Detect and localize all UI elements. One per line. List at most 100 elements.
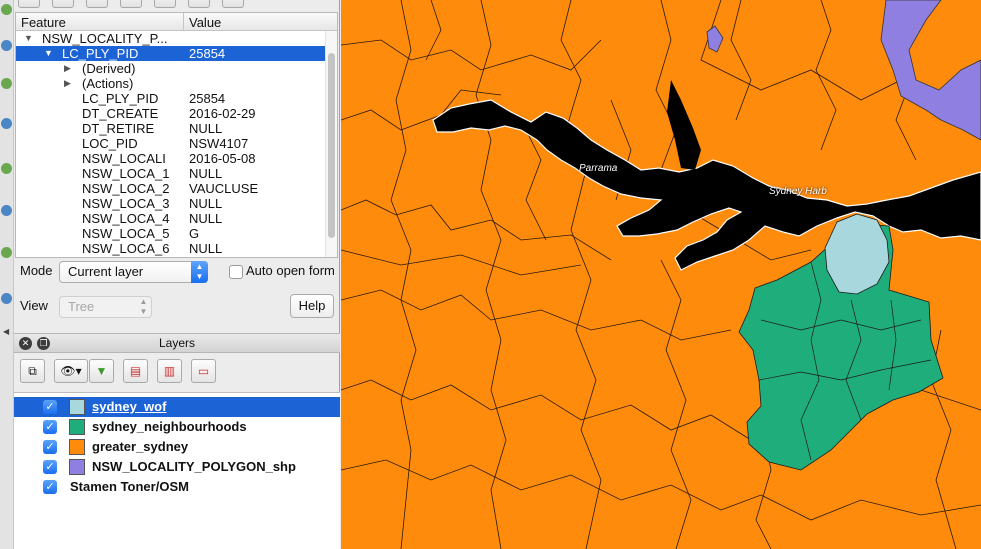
- map-svg[interactable]: [341, 0, 981, 549]
- derived-group-row[interactable]: ▶ (Derived): [16, 61, 337, 76]
- attribute-value: NULL: [189, 211, 223, 226]
- attribute-key: NSW_LOCA_1: [82, 166, 170, 181]
- disclosure-right-icon[interactable]: ▶: [64, 76, 71, 91]
- filter-legend-icon[interactable]: ▼: [89, 359, 114, 383]
- scrollbar-thumb[interactable]: [328, 53, 335, 238]
- attribute-row[interactable]: LC_PLY_PID 25854: [16, 91, 337, 106]
- print-button[interactable]: [188, 0, 210, 8]
- collapse-all-icon[interactable]: ▥: [157, 359, 182, 383]
- layer-visibility-checkbox[interactable]: ✓: [43, 480, 57, 494]
- mode-select[interactable]: Current layer ▲ ▼: [59, 261, 208, 283]
- close-icon[interactable]: ✕: [19, 337, 32, 350]
- float-icon[interactable]: ❐: [37, 337, 50, 350]
- disclosure-down-icon[interactable]: ▼: [24, 31, 33, 46]
- layer-row[interactable]: ✓ sydney_wof: [14, 397, 340, 417]
- attribute-row[interactable]: DT_RETIRE NULL: [16, 121, 337, 136]
- collapse-icon[interactable]: ◀: [3, 327, 9, 336]
- left-toolbar-strip: ◀: [0, 0, 14, 549]
- plugin-icon-3[interactable]: [1, 163, 12, 174]
- feature-value: 25854: [189, 46, 226, 61]
- attribute-value: 2016-05-08: [189, 151, 256, 166]
- layer-color-swatch: [69, 399, 85, 415]
- attribute-key: DT_CREATE: [82, 106, 159, 121]
- layer-visibility-checkbox[interactable]: ✓: [43, 400, 57, 414]
- attribute-key: NSW_LOCA_4: [82, 211, 170, 226]
- attribute-row[interactable]: NSW_LOCALI 2016-05-08: [16, 151, 337, 166]
- derived-label: (Derived): [82, 61, 136, 76]
- copy-feature-button[interactable]: [120, 0, 142, 8]
- attribute-row[interactable]: NSW_LOCA_6 NULL: [16, 241, 337, 256]
- layers-toolbar: ⧉ 👁▾ ▼ ▤ ▥ ▭: [14, 354, 340, 390]
- layer-label: NSW_LOCALITY_P...: [42, 31, 168, 46]
- layer-visibility-checkbox[interactable]: ✓: [43, 460, 57, 474]
- feature-tree[interactable]: Feature Value ▼ NSW_LOCALITY_P... ▼ LC_P…: [15, 12, 338, 258]
- attribute-key: NSW_LOCA_3: [82, 196, 170, 211]
- attribute-row[interactable]: NSW_LOCA_4 NULL: [16, 211, 337, 226]
- globe-icon-4[interactable]: [1, 293, 12, 304]
- attribute-value: NULL: [189, 121, 223, 136]
- disclosure-right-icon[interactable]: ▶: [64, 61, 71, 76]
- feature-column-header[interactable]: Feature: [21, 15, 66, 30]
- attribute-key: NSW_LOCALI: [82, 151, 166, 166]
- collapse-tree-button[interactable]: [52, 0, 74, 8]
- attribute-value: NULL: [189, 166, 223, 181]
- help-button[interactable]: Help: [290, 294, 334, 318]
- add-group-icon[interactable]: ⧉: [20, 359, 45, 383]
- plugin-icon-2[interactable]: [1, 78, 12, 89]
- actions-label: (Actions): [82, 76, 134, 91]
- auto-open-form-label: Auto open form: [246, 263, 335, 278]
- clear-results-button[interactable]: [154, 0, 176, 8]
- attribute-row[interactable]: NSW_LOCA_5 G: [16, 226, 337, 241]
- feature-key: LC_PLY_PID: [62, 46, 139, 61]
- plugin-icon[interactable]: [1, 4, 12, 15]
- globe-icon[interactable]: [1, 40, 12, 51]
- attribute-value: 2016-02-29: [189, 106, 256, 121]
- layer-visibility-checkbox[interactable]: ✓: [43, 440, 57, 454]
- selected-feature-row[interactable]: ▼ LC_PLY_PID 25854: [16, 46, 337, 61]
- layer-tree-row[interactable]: ▼ NSW_LOCALITY_P...: [16, 31, 337, 46]
- view-select[interactable]: Tree ▲ ▼: [59, 296, 152, 318]
- globe-icon-3[interactable]: [1, 205, 12, 216]
- layer-color-swatch: [69, 439, 85, 455]
- attribute-value: 25854: [189, 91, 226, 106]
- attribute-row[interactable]: NSW_LOCA_1 NULL: [16, 166, 337, 181]
- attribute-row[interactable]: DT_CREATE 2016-02-29: [16, 106, 337, 121]
- expand-all-icon[interactable]: ▤: [123, 359, 148, 383]
- value-column-header[interactable]: Value: [189, 15, 221, 30]
- layer-row[interactable]: ✓ Stamen Toner/OSM: [14, 477, 340, 497]
- attribute-key: LOC_PID: [82, 136, 138, 151]
- layers-panel-titlebar: ✕ ❐ Layers: [14, 333, 340, 353]
- expand-tree-button[interactable]: [18, 0, 40, 8]
- actions-group-row[interactable]: ▶ (Actions): [16, 76, 337, 91]
- plugin-icon-4[interactable]: [1, 247, 12, 258]
- attribute-value: NSW4107: [189, 136, 249, 151]
- globe-icon-2[interactable]: [1, 118, 12, 129]
- expand-new-button[interactable]: [86, 0, 108, 8]
- manage-visibility-icon[interactable]: 👁▾: [54, 359, 88, 383]
- combo-arrows-icon: ▲ ▼: [191, 261, 208, 283]
- attribute-value: VAUCLUSE: [189, 181, 259, 196]
- map-canvas[interactable]: Parrama Sydney Harb: [341, 0, 981, 549]
- layer-color-swatch: [69, 459, 85, 475]
- remove-layer-icon[interactable]: ▭: [191, 359, 216, 383]
- layer-name: greater_sydney: [92, 439, 189, 454]
- disclosure-down-icon[interactable]: ▼: [44, 46, 53, 61]
- attribute-row[interactable]: NSW_LOCA_2 VAUCLUSE: [16, 181, 337, 196]
- layer-row[interactable]: ✓ NSW_LOCALITY_POLYGON_shp: [14, 457, 340, 477]
- layers-tree[interactable]: ✓ sydney_wof ✓ sydney_neighbourhoods ✓ greate…: [14, 392, 340, 549]
- layer-visibility-checkbox[interactable]: ✓: [43, 420, 57, 434]
- attribute-value: NULL: [189, 241, 223, 256]
- attribute-row[interactable]: NSW_LOCA_3 NULL: [16, 196, 337, 211]
- attribute-key: NSW_LOCA_5: [82, 226, 170, 241]
- view-value: Tree: [68, 299, 95, 314]
- settings-button[interactable]: [222, 0, 244, 8]
- layers-title: Layers: [158, 336, 196, 350]
- sydney-harbour-label: Sydney Harb: [769, 186, 827, 197]
- auto-open-form-checkbox[interactable]: [229, 265, 243, 279]
- attribute-row[interactable]: LOC_PID NSW4107: [16, 136, 337, 151]
- attribute-key: DT_RETIRE: [82, 121, 155, 136]
- layer-name: NSW_LOCALITY_POLYGON_shp: [92, 459, 296, 474]
- tree-scrollbar[interactable]: [325, 31, 337, 257]
- layer-row[interactable]: ✓ greater_sydney: [14, 437, 340, 457]
- layer-row[interactable]: ✓ sydney_neighbourhoods: [14, 417, 340, 437]
